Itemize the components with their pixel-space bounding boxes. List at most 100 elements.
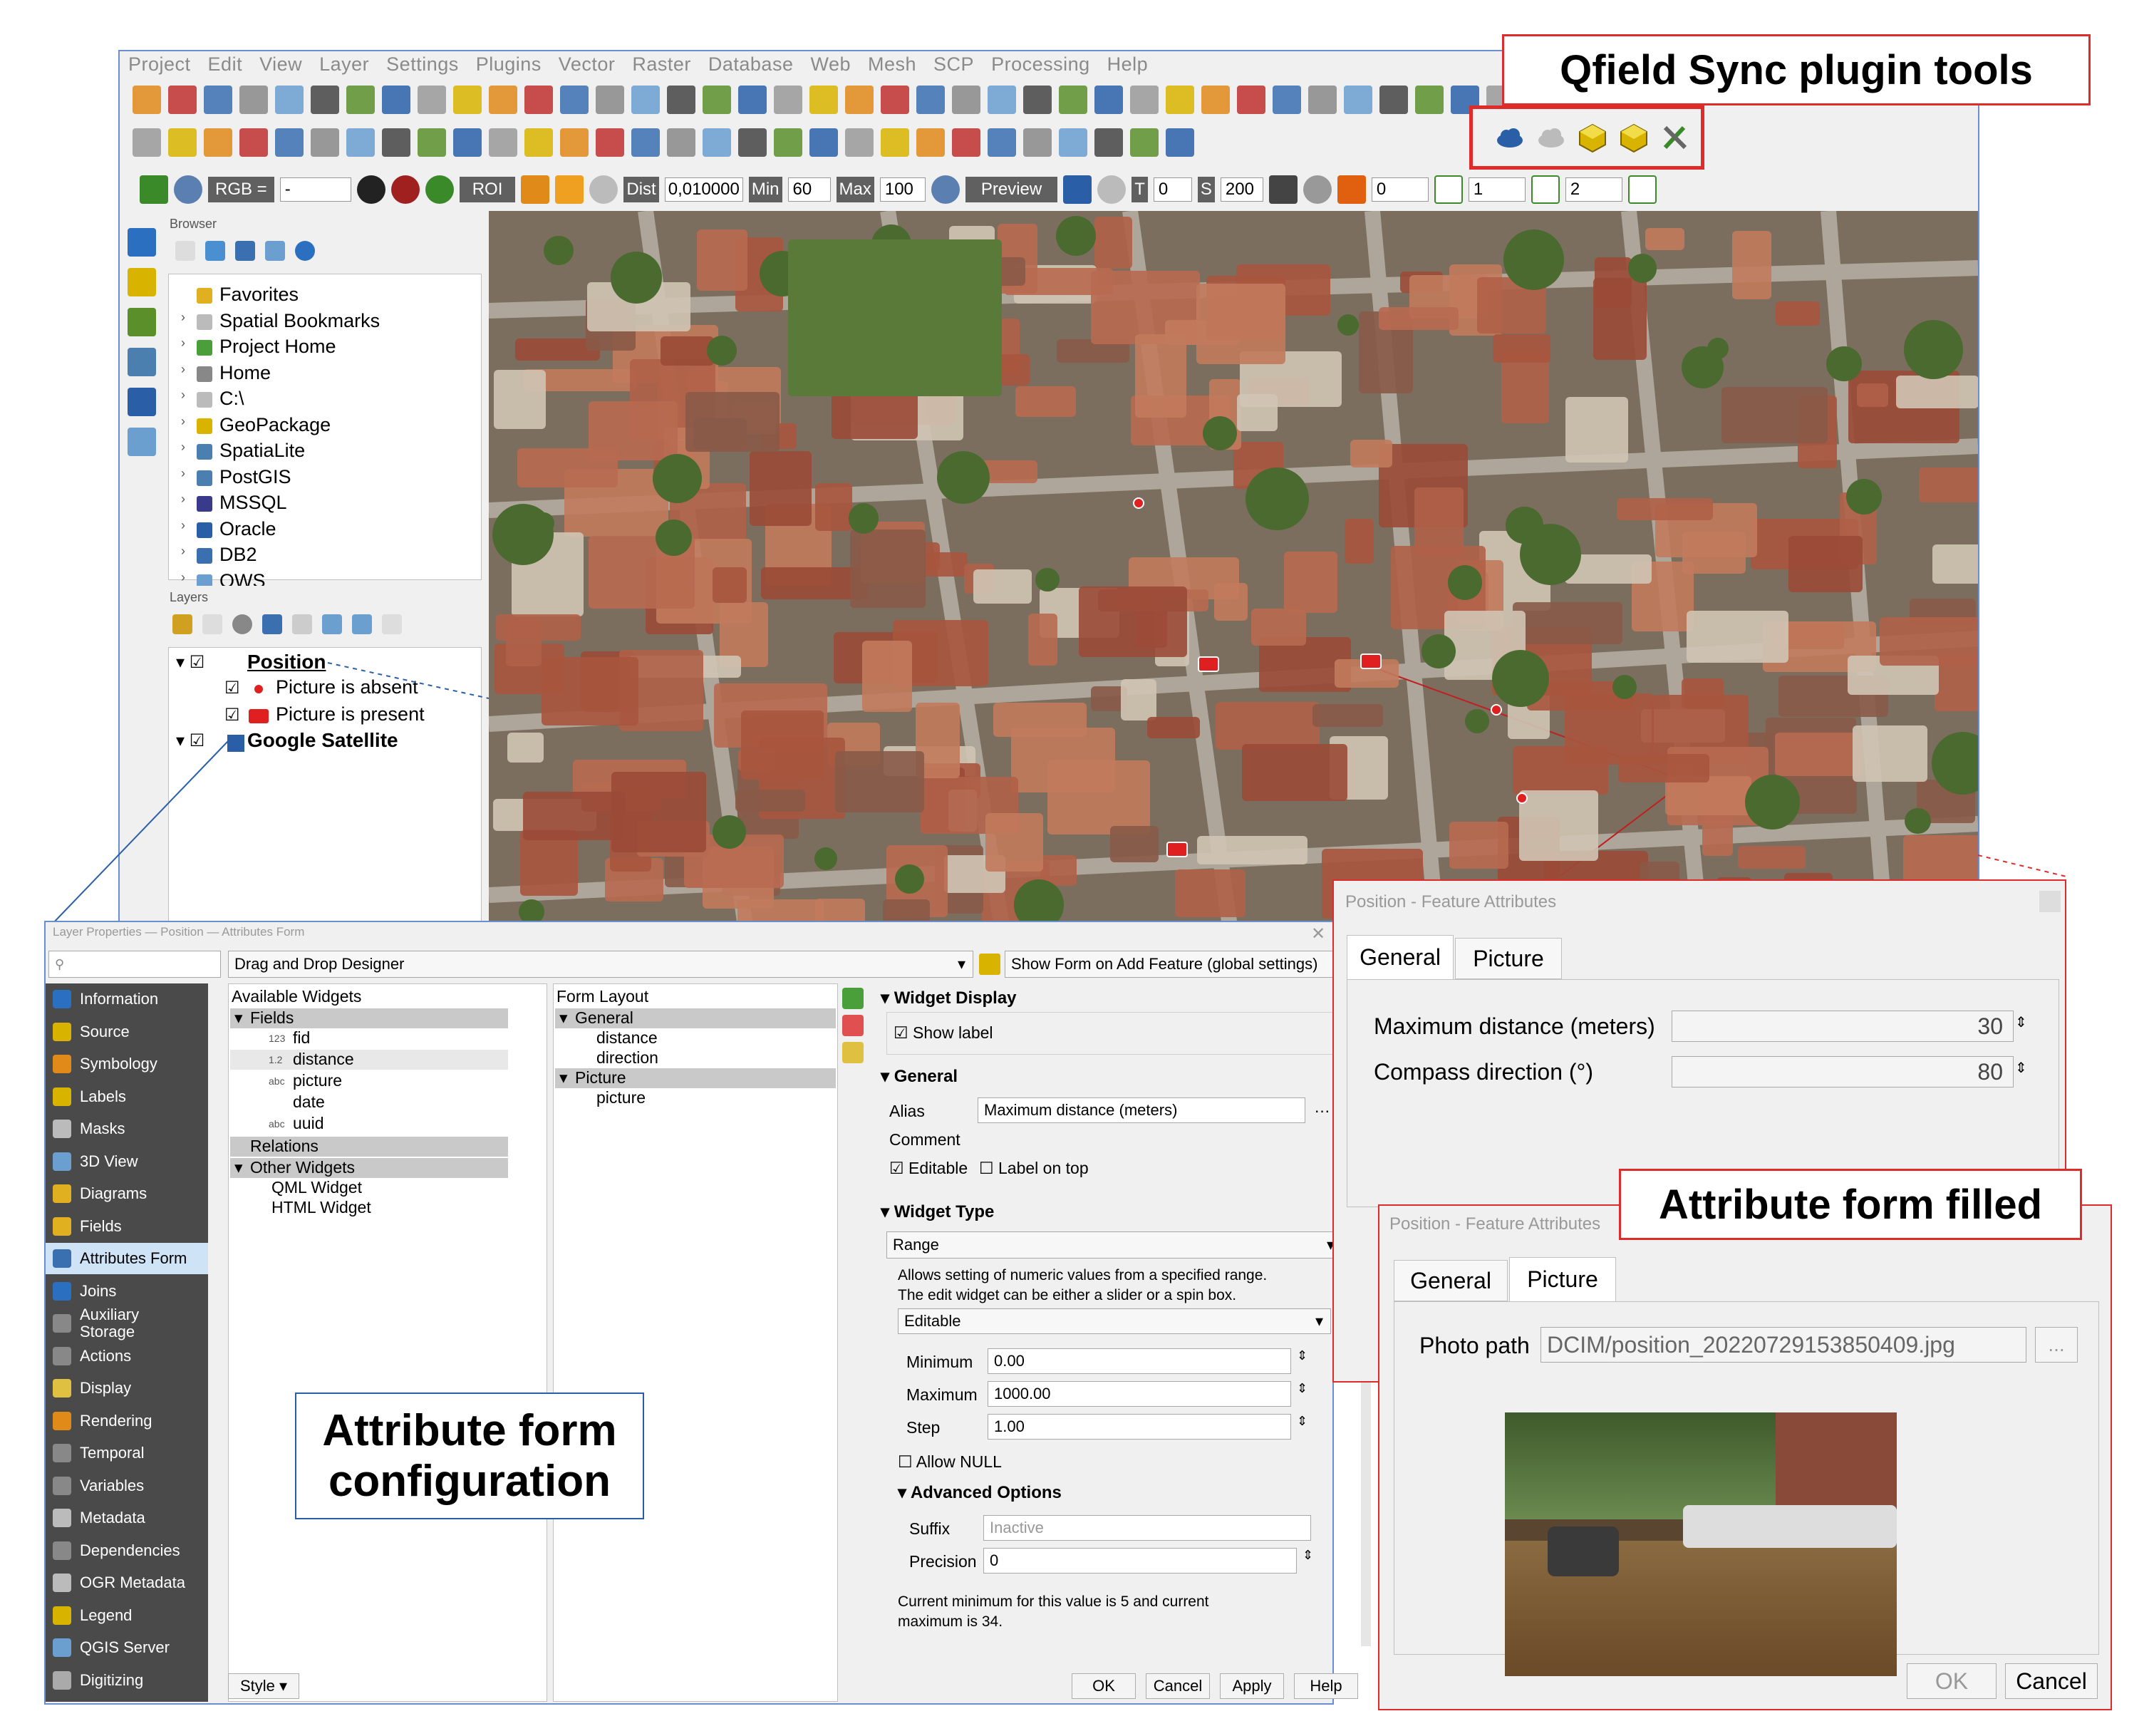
widget-type-section[interactable]: ▾ Widget Type bbox=[881, 1202, 994, 1222]
photo-preview bbox=[1505, 1412, 1897, 1676]
tab-picture-1[interactable]: Picture bbox=[1455, 938, 1562, 979]
sidebar-item-information[interactable]: Information bbox=[46, 983, 208, 1015]
general-section[interactable]: ▾ General bbox=[881, 1066, 958, 1087]
field-uuid[interactable]: uuid bbox=[293, 1114, 323, 1133]
alias-more-button[interactable]: … bbox=[1314, 1097, 1330, 1117]
editable-text: Editable bbox=[908, 1159, 968, 1177]
picture-container-arrow[interactable]: ▾ bbox=[559, 1068, 568, 1087]
search-input[interactable]: ⚲ bbox=[48, 951, 221, 978]
feature-attributes-dialog-picture: Position - Feature Attributes General Pi… bbox=[1378, 1204, 2112, 1710]
sidebar-item-3d-view[interactable]: 3D View bbox=[46, 1146, 208, 1177]
html-widget-item[interactable]: HTML Widget bbox=[271, 1198, 371, 1217]
allow-null-checkbox[interactable]: ☐ Allow NULL bbox=[898, 1452, 1002, 1472]
cancel-button[interactable]: Cancel bbox=[1146, 1673, 1210, 1699]
tab-general-1[interactable]: General bbox=[1347, 935, 1454, 979]
maximum-spinner[interactable]: ⇕ bbox=[1297, 1381, 1307, 1396]
precision-spinner[interactable]: ⇕ bbox=[1303, 1548, 1313, 1563]
sidebar-item-actions[interactable]: Actions bbox=[46, 1340, 208, 1372]
browse-button[interactable]: ... bbox=[2035, 1327, 2078, 1363]
sidebar-label-0: Information bbox=[80, 990, 159, 1008]
sidebar-item-diagrams[interactable]: Diagrams bbox=[46, 1178, 208, 1209]
sidebar-item-temporal[interactable]: Temporal bbox=[46, 1437, 208, 1469]
sidebar-icon-13 bbox=[53, 1411, 71, 1430]
cancel-button-2[interactable]: Cancel bbox=[2005, 1663, 2098, 1699]
max-distance-input[interactable]: 30 bbox=[1672, 1011, 2014, 1042]
sidebar-item-labels[interactable]: Labels bbox=[46, 1081, 208, 1112]
sidebar-item-joins[interactable]: Joins bbox=[46, 1276, 208, 1307]
field-distance[interactable]: distance bbox=[293, 1050, 354, 1069]
ok-button[interactable]: OK bbox=[1072, 1673, 1136, 1699]
precision-input[interactable]: 0 bbox=[983, 1548, 1297, 1574]
layout-distance[interactable]: distance bbox=[596, 1028, 658, 1048]
suffix-input[interactable]: Inactive bbox=[983, 1515, 1311, 1541]
remove-icon[interactable] bbox=[842, 1015, 864, 1036]
sidebar-item-fields[interactable]: Fields bbox=[46, 1211, 208, 1242]
qml-widget-item[interactable]: QML Widget bbox=[271, 1178, 362, 1197]
max-distance-spinner[interactable]: ⇕ bbox=[2015, 1013, 2027, 1031]
style-button[interactable]: Style ▾ bbox=[228, 1673, 299, 1699]
add-container-icon[interactable] bbox=[842, 988, 864, 1009]
close-icon[interactable]: ✕ bbox=[1311, 924, 1325, 944]
minimum-spinner[interactable]: ⇕ bbox=[1297, 1348, 1307, 1363]
range-description-2: The edit widget can be either a slider o… bbox=[898, 1287, 1237, 1303]
maximum-input[interactable]: 1000.00 bbox=[988, 1381, 1291, 1407]
sidebar-item-digitizing[interactable]: Digitizing bbox=[46, 1665, 208, 1696]
show-form-select[interactable]: Show Form on Add Feature (global setting… bbox=[1005, 951, 1361, 978]
label-on-top-checkbox[interactable]: ☐ Label on top bbox=[979, 1159, 1089, 1178]
python-init-icon[interactable] bbox=[979, 954, 1000, 975]
sidebar-item-source[interactable]: Source bbox=[46, 1016, 208, 1048]
comment-label: Comment bbox=[889, 1130, 960, 1149]
chevron-down-icon-4: ▾ bbox=[1315, 1312, 1323, 1330]
sidebar-item-auxiliary-storage[interactable]: Auxiliary Storage bbox=[46, 1306, 208, 1340]
sidebar-item-legend[interactable]: Legend bbox=[46, 1600, 208, 1631]
widget-display-section[interactable]: ▾ Widget Display bbox=[881, 988, 1017, 1008]
search-icon: ⚲ bbox=[55, 956, 65, 971]
compass-input[interactable]: 80 bbox=[1672, 1056, 2014, 1087]
sidebar-item-display[interactable]: Display bbox=[46, 1373, 208, 1404]
field-fid[interactable]: fid bbox=[293, 1028, 310, 1048]
editable-select[interactable]: Editable ▾ bbox=[898, 1308, 1331, 1334]
sidebar-item-masks[interactable]: Masks bbox=[46, 1113, 208, 1145]
help-button[interactable]: Help bbox=[1294, 1673, 1358, 1699]
apply-button[interactable]: Apply bbox=[1220, 1673, 1284, 1699]
fields-group-arrow[interactable]: ▾ bbox=[234, 1008, 243, 1028]
sidebar-item-symbology[interactable]: Symbology bbox=[46, 1048, 208, 1080]
general-container-arrow[interactable]: ▾ bbox=[559, 1008, 568, 1028]
sidebar-item-variables[interactable]: Variables bbox=[46, 1470, 208, 1502]
layout-direction[interactable]: direction bbox=[596, 1048, 658, 1068]
alias-label: Alias bbox=[889, 1102, 925, 1120]
layout-picture[interactable]: picture bbox=[596, 1088, 646, 1107]
max-distance-label: Maximum distance (meters) bbox=[1374, 1013, 1655, 1039]
sidebar-item-qgis-server[interactable]: QGIS Server bbox=[46, 1632, 208, 1663]
tab-general-2[interactable]: General bbox=[1394, 1260, 1508, 1301]
show-label-checkbox[interactable]: ☑ Show label bbox=[894, 1023, 993, 1043]
alias-input[interactable]: Maximum distance (meters) bbox=[978, 1097, 1305, 1123]
sidebar-item-attributes-form[interactable]: Attributes Form bbox=[46, 1243, 208, 1274]
photo-path-input[interactable]: DCIM/position_20220729153850409.jpg bbox=[1540, 1327, 2026, 1363]
step-input[interactable]: 1.00 bbox=[988, 1414, 1291, 1440]
sidebar-item-metadata[interactable]: Metadata bbox=[46, 1502, 208, 1534]
tab-picture-2[interactable]: Picture bbox=[1509, 1257, 1616, 1301]
ok-button-2[interactable]: OK bbox=[1907, 1663, 1997, 1699]
advanced-options-section[interactable]: ▾ Advanced Options bbox=[898, 1482, 1062, 1503]
field-picture[interactable]: picture bbox=[293, 1071, 342, 1090]
invert-selection-icon[interactable] bbox=[842, 1042, 864, 1063]
close-icon-2[interactable] bbox=[2039, 891, 2061, 912]
field-date[interactable]: date bbox=[293, 1092, 325, 1112]
other-widgets-group: Other Widgets bbox=[250, 1158, 355, 1177]
step-spinner[interactable]: ⇕ bbox=[1297, 1414, 1307, 1429]
widget-type-select[interactable]: Range ▾ bbox=[886, 1231, 1342, 1259]
suffix-label: Suffix bbox=[909, 1519, 951, 1538]
layer-properties-dialog: Layer Properties — Position — Attributes… bbox=[44, 921, 1371, 1705]
sidebar-item-ogr-metadata[interactable]: OGR Metadata bbox=[46, 1567, 208, 1598]
editable-checkbox[interactable]: ☑ Editable bbox=[889, 1159, 968, 1178]
designer-select[interactable]: Drag and Drop Designer ▾ bbox=[228, 951, 973, 978]
other-widgets-arrow[interactable]: ▾ bbox=[234, 1158, 243, 1177]
sidebar-item-dependencies[interactable]: Dependencies bbox=[46, 1535, 208, 1566]
properties-sidebar: Information Source Symbology Labels Masks 3D … bbox=[46, 983, 208, 1702]
minimum-input[interactable]: 0.00 bbox=[988, 1348, 1291, 1374]
relations-group: Relations bbox=[250, 1137, 319, 1155]
sidebar-item-rendering[interactable]: Rendering bbox=[46, 1405, 208, 1437]
sidebar-icon-9 bbox=[53, 1281, 71, 1301]
compass-spinner[interactable]: ⇕ bbox=[2015, 1059, 2027, 1077]
